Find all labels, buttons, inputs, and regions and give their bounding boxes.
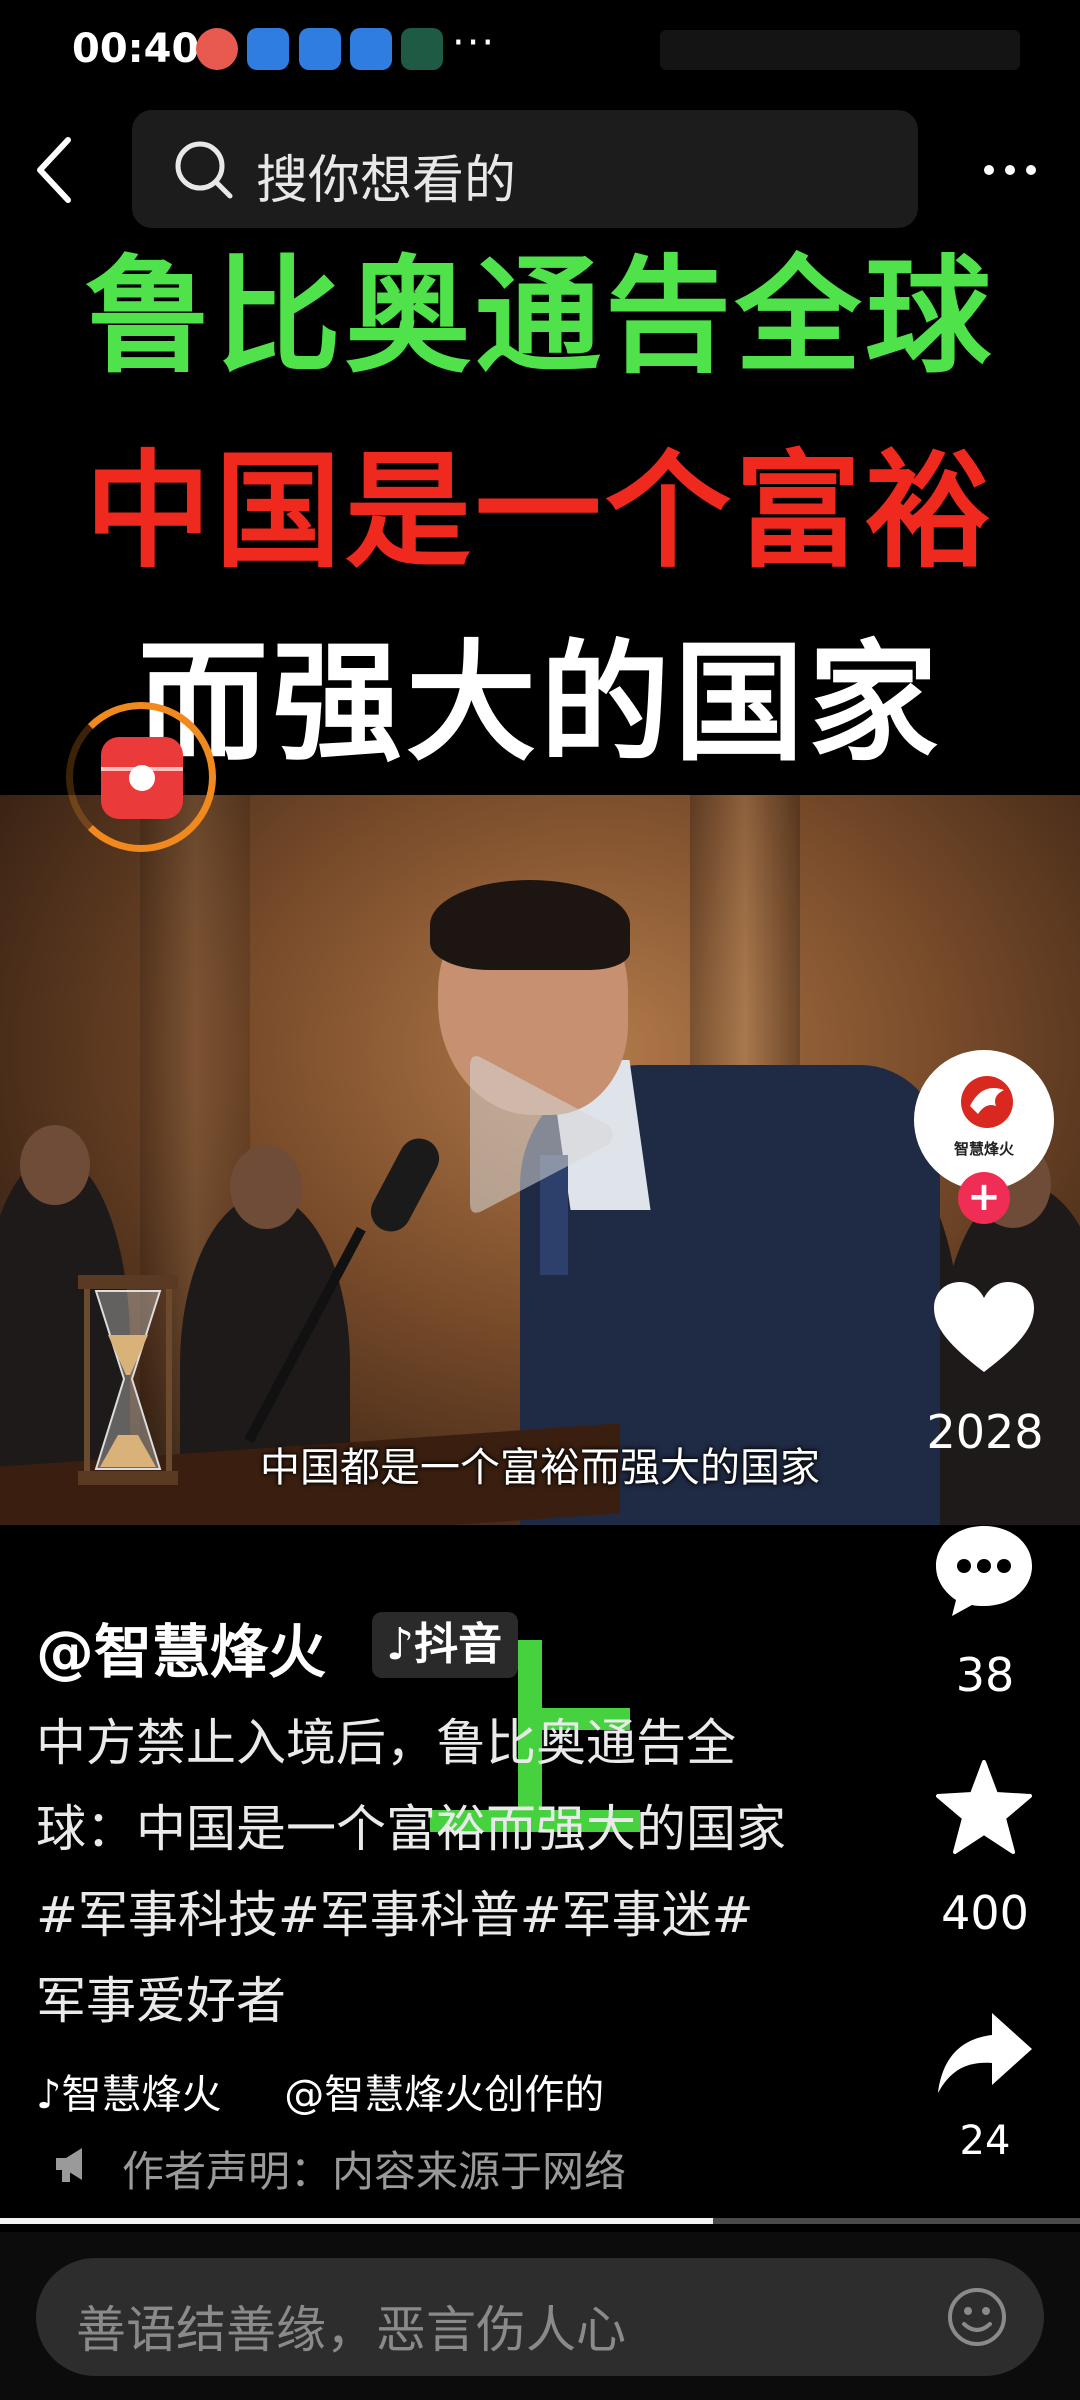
- music-row[interactable]: ♪智慧烽火 @智慧烽火创作的: [36, 2062, 654, 2120]
- author-name[interactable]: @智慧烽火: [36, 1605, 326, 1689]
- statement-text: 作者声明：内容来源于网络: [122, 2147, 627, 2196]
- search-input[interactable]: 搜你想看的: [256, 138, 516, 213]
- shield-app-icon: [196, 28, 238, 70]
- follow-button[interactable]: +: [958, 1172, 1010, 1224]
- audience-head: [20, 1125, 90, 1205]
- search-bar[interactable]: 搜你想看的: [132, 110, 918, 228]
- headline-line-1: 鲁比奥通告全球: [85, 243, 995, 390]
- comment-icon[interactable]: [930, 1520, 1038, 1620]
- like-count: 2028: [926, 1405, 1044, 1459]
- author-avatar[interactable]: 智慧烽火: [914, 1050, 1054, 1190]
- status-more-dots: ···: [452, 20, 497, 66]
- more-button[interactable]: [975, 140, 1045, 200]
- share-icon[interactable]: [930, 2005, 1038, 2105]
- favorite-count: 400: [941, 1886, 1029, 1940]
- baidu-app-icon: [299, 28, 341, 70]
- music-title: @智慧烽火创作的: [284, 2072, 605, 2118]
- comment-count: 38: [955, 1648, 1015, 1702]
- dragon-logo-icon: [961, 1076, 1013, 1128]
- emoji-icon[interactable]: [946, 2286, 1008, 2348]
- back-arrow-icon: [37, 137, 71, 203]
- star-icon[interactable]: [930, 1758, 1038, 1858]
- avatar-logo-text: 智慧烽火: [953, 1140, 1014, 1158]
- search-icon: [175, 141, 233, 199]
- douyin-logo-icon: ♪: [386, 1619, 415, 1670]
- audience-head: [230, 1145, 302, 1229]
- headline-line-2: 中国是一个富裕: [85, 438, 995, 585]
- status-bar: 00:40 ···: [0, 0, 1080, 100]
- comment-bar: 善语结善缘，恶言伤人心: [0, 2232, 1080, 2400]
- speaker-hair: [430, 880, 630, 970]
- status-time: 00:40: [72, 26, 200, 72]
- notification-app-icon: [401, 28, 443, 70]
- video-progress-fill: [0, 2218, 713, 2224]
- baidu-app-icon: [247, 28, 289, 70]
- status-right-indicators: [660, 30, 1020, 70]
- red-packet-icon: [101, 737, 183, 819]
- back-button[interactable]: [28, 130, 98, 210]
- heart-icon[interactable]: [930, 1280, 1038, 1380]
- share-count: 24: [959, 2118, 1011, 2164]
- video-progress-bar[interactable]: [0, 2218, 1080, 2224]
- music-author: ♪智慧烽火: [36, 2072, 222, 2118]
- comment-input[interactable]: 善语结善缘，恶言伤人心: [36, 2258, 1044, 2376]
- platform-tag[interactable]: ♪抖音: [372, 1612, 519, 1678]
- play-icon[interactable]: [460, 1045, 620, 1225]
- megaphone-icon: [56, 2148, 82, 2182]
- comment-placeholder: 善语结善缘，恶言伤人心: [76, 2301, 626, 2359]
- more-icon: [984, 165, 1036, 175]
- post-caption[interactable]: 中方禁止入境后，鲁比奥通告全球：中国是一个富裕而强大的国家 #军事科技#军事科普…: [36, 1700, 796, 2044]
- baidu-app-icon: [350, 28, 392, 70]
- microphone: [363, 1131, 447, 1239]
- platform-tag-label: 抖音: [414, 1619, 503, 1670]
- red-packet-button[interactable]: [66, 702, 216, 852]
